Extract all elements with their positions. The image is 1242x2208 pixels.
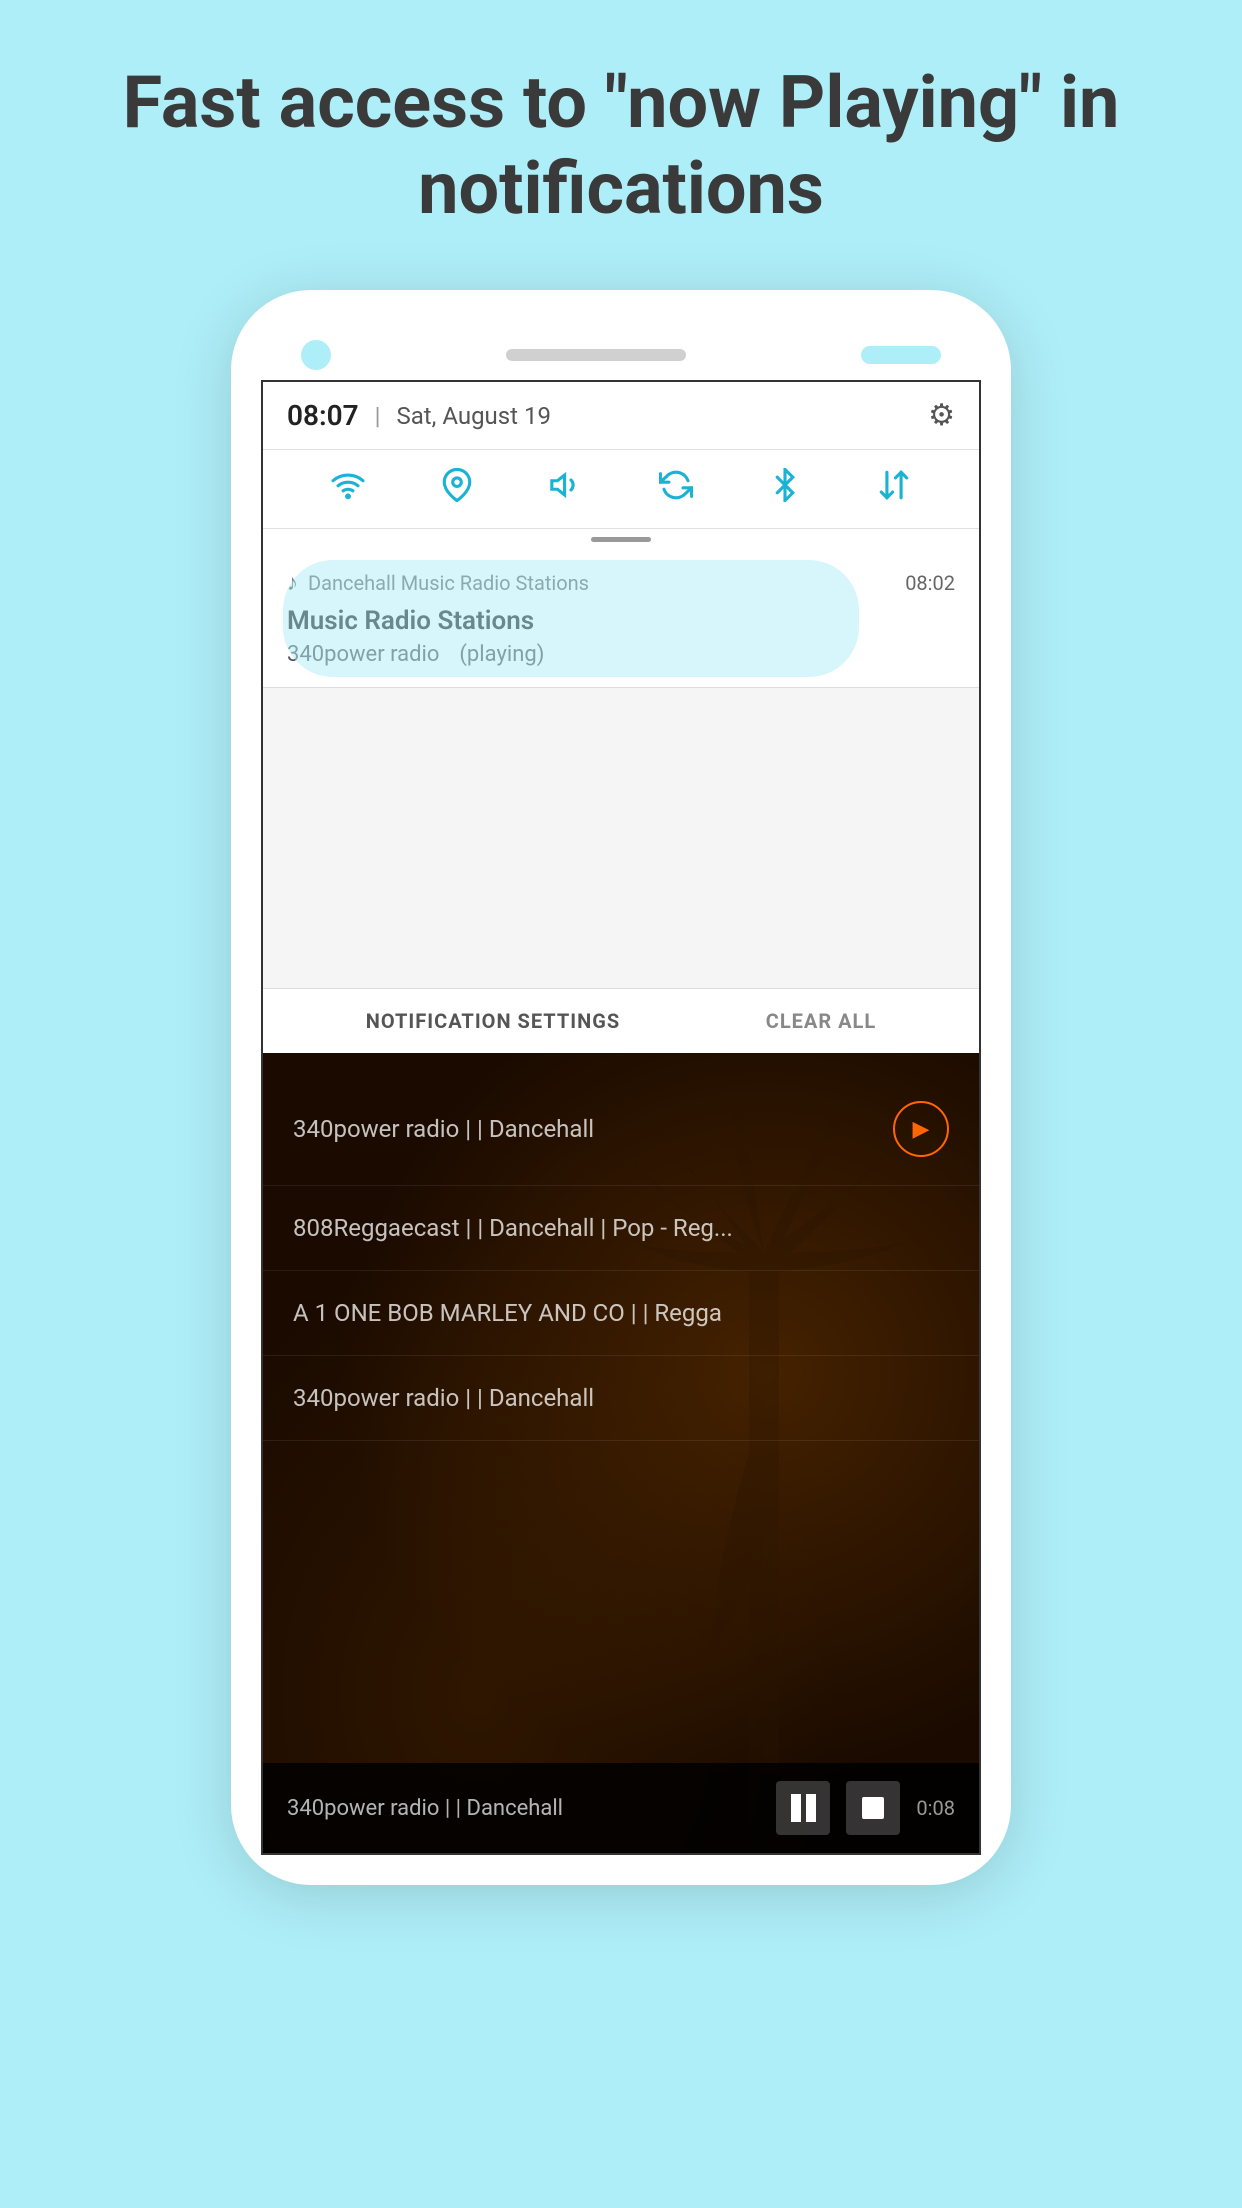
playback-controls: 0:08 — [776, 1781, 955, 1835]
quick-settings-bar — [263, 450, 979, 529]
notification-title: Music Radio Stations — [287, 606, 955, 636]
status-divider: | — [375, 402, 381, 430]
wifi-icon[interactable] — [331, 468, 365, 510]
app-content: 340power radio | | Dancehall ▶ 808Reggae… — [263, 1053, 979, 1853]
location-icon[interactable] — [440, 468, 474, 510]
status-left: 08:07 | Sat, August 19 — [287, 399, 551, 432]
play-button[interactable]: ▶ — [893, 1101, 949, 1157]
radio-item-label: 340power radio | | Dancehall — [293, 1384, 594, 1412]
notification-time: 08:02 — [905, 571, 955, 595]
pause-button[interactable] — [776, 1781, 830, 1835]
hero-title: Fast access to "now Playing" in notifica… — [0, 0, 1242, 273]
phone-camera — [301, 340, 331, 370]
settings-icon[interactable]: ⚙ — [928, 398, 955, 433]
playback-bar: 340power radio | | Dancehall 0:08 — [263, 1763, 979, 1853]
notification-item[interactable]: ♪ Dancehall Music Radio Stations 08:02 M… — [263, 550, 979, 687]
radio-item-label: A 1 ONE BOB MARLEY AND CO | | Regga — [293, 1299, 722, 1327]
notification-empty-area — [263, 688, 979, 988]
status-bar: 08:07 | Sat, August 19 ⚙ — [263, 382, 979, 450]
status-time: 08:07 — [287, 399, 359, 432]
notification-bottom-bar: NOTIFICATION SETTINGS CLEAR ALL — [263, 988, 979, 1053]
notification-app-name: Dancehall Music Radio Stations — [308, 571, 589, 595]
radio-item-label: 340power radio | | Dancehall — [293, 1115, 594, 1143]
notification-station: 340power radio — [287, 642, 439, 667]
phone-speaker — [506, 349, 686, 361]
stop-button[interactable] — [846, 1781, 900, 1835]
list-item[interactable]: 340power radio | | Dancehall ▶ — [263, 1073, 979, 1186]
radio-list: 340power radio | | Dancehall ▶ 808Reggae… — [263, 1053, 979, 1461]
music-note-icon: ♪ — [287, 570, 298, 596]
playback-station-label: 340power radio | | Dancehall — [287, 1796, 563, 1821]
volume-icon[interactable] — [549, 468, 583, 510]
playback-time: 0:08 — [916, 1796, 955, 1820]
radio-item-label: 808Reggaecast | | Dancehall | Pop - Reg.… — [293, 1214, 733, 1242]
phone-top-bar — [261, 320, 981, 380]
bluetooth-icon[interactable] — [768, 468, 802, 510]
list-item[interactable]: 808Reggaecast | | Dancehall | Pop - Reg.… — [263, 1186, 979, 1271]
notification-settings-button[interactable]: NOTIFICATION SETTINGS — [366, 1009, 620, 1033]
sync-icon[interactable] — [659, 468, 693, 510]
drag-handle — [263, 529, 979, 550]
phone-frame: 08:07 | Sat, August 19 ⚙ — [231, 290, 1011, 1885]
clear-all-button[interactable]: CLEAR ALL — [766, 1009, 876, 1033]
notification-header: ♪ Dancehall Music Radio Stations 08:02 — [287, 570, 955, 596]
list-item[interactable]: A 1 ONE BOB MARLEY AND CO | | Regga — [263, 1271, 979, 1356]
phone-screen: 08:07 | Sat, August 19 ⚙ — [261, 380, 981, 1855]
phone-sensor — [861, 346, 941, 364]
notification-panel: ♪ Dancehall Music Radio Stations 08:02 M… — [263, 550, 979, 688]
data-arrows-icon[interactable] — [877, 468, 911, 510]
list-item[interactable]: 340power radio | | Dancehall — [263, 1356, 979, 1441]
notification-status: (playing) — [459, 642, 544, 667]
status-date: Sat, August 19 — [396, 402, 550, 430]
